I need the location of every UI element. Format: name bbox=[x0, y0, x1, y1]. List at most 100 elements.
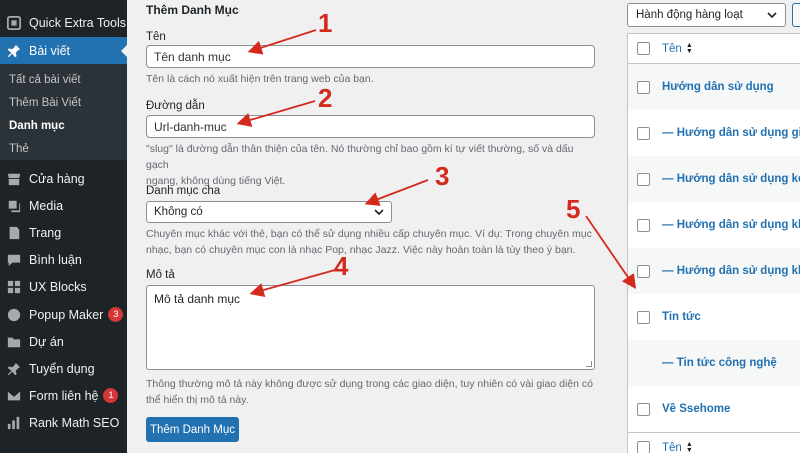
table-row: — Hướng dẫn sử dụng khó bbox=[628, 248, 800, 294]
category-link[interactable]: Về Ssehome bbox=[662, 403, 730, 415]
submenu-all-posts[interactable]: Tất cả bài viết bbox=[9, 74, 81, 86]
table-row: Tin tức bbox=[628, 294, 800, 340]
menu-label: Form liên hệ bbox=[29, 388, 99, 403]
menu-store[interactable]: Cửa hàng bbox=[0, 165, 127, 192]
row-checkbox[interactable] bbox=[637, 172, 650, 186]
desc-value: Mô tả danh mục bbox=[154, 292, 241, 306]
select-all-checkbox[interactable] bbox=[637, 441, 650, 453]
category-link[interactable]: Hướng dẫn sử dụng bbox=[662, 81, 774, 93]
page-icon bbox=[7, 226, 21, 240]
table-row: — Hướng dẫn sử dụng giàn bbox=[628, 110, 800, 156]
row-checkbox[interactable] bbox=[637, 126, 650, 140]
annotation-number-1: 1 bbox=[318, 8, 332, 38]
parent-help-line-1: Chuyên mục khác với thẻ, bạn có thể sử d… bbox=[146, 228, 592, 240]
parent-label: Danh mục cha bbox=[146, 185, 221, 197]
parent-select[interactable]: Không có bbox=[146, 201, 392, 223]
menu-pages[interactable]: Trang bbox=[0, 219, 127, 246]
parent-help: Chuyên mục khác với thẻ, bạn có thể sử d… bbox=[146, 226, 598, 258]
resize-handle[interactable] bbox=[586, 361, 592, 367]
table-footer: Tên ▲ ▼ bbox=[628, 432, 800, 453]
menu-label: Rank Math SEO bbox=[29, 415, 120, 430]
menu-rank-math[interactable]: Rank Math SEO bbox=[0, 409, 127, 436]
sort-icon: ▲ ▼ bbox=[685, 440, 693, 453]
menu-projects[interactable]: Dự án bbox=[0, 328, 127, 355]
menu-comments[interactable]: Bình luận bbox=[0, 246, 127, 273]
form-title: Thêm Danh Mục bbox=[146, 3, 239, 17]
menu-label: Cửa hàng bbox=[29, 171, 85, 186]
mail-icon bbox=[7, 389, 21, 403]
pin-icon bbox=[7, 362, 21, 376]
menu-label: Bình luận bbox=[29, 252, 82, 267]
submenu-add-post[interactable]: Thêm Bài Viết bbox=[9, 97, 81, 109]
popup-icon bbox=[7, 308, 21, 322]
category-link[interactable]: — Hướng dẫn sử dụng két bbox=[662, 173, 800, 185]
desc-label: Mô tả bbox=[146, 269, 175, 281]
category-link[interactable]: — Hướng dẫn sử dụng giàn bbox=[662, 127, 800, 139]
add-category-button[interactable]: Thêm Danh Mục bbox=[146, 417, 239, 442]
menu-quick-extra-tools[interactable]: Quick Extra Tools bbox=[0, 9, 127, 36]
apply-button[interactable] bbox=[792, 3, 800, 27]
store-icon bbox=[7, 172, 21, 186]
column-name-header[interactable]: Tên ▲ ▼ bbox=[662, 440, 693, 453]
bulk-action-select[interactable]: Hành động hàng loạt bbox=[627, 3, 786, 27]
menu-label: Quick Extra Tools bbox=[29, 15, 127, 30]
slug-help-line-1: "slug" là đường dẫn thân thiện của tên. … bbox=[146, 143, 574, 171]
chevron-down-icon bbox=[767, 12, 777, 19]
desc-textarea[interactable]: Mô tả danh mục bbox=[146, 285, 595, 370]
menu-media[interactable]: Media bbox=[0, 192, 127, 219]
submenu-categories[interactable]: Danh mục bbox=[9, 120, 65, 132]
category-link[interactable]: — Tin tức công nghệ bbox=[662, 357, 777, 369]
row-checkbox[interactable] bbox=[637, 402, 650, 416]
column-name-header[interactable]: Tên ▲ ▼ bbox=[662, 42, 693, 55]
slug-input[interactable]: Url-danh-muc bbox=[146, 115, 595, 138]
submenu-tags[interactable]: Thẻ bbox=[9, 143, 29, 155]
blocks-icon bbox=[7, 280, 21, 294]
menu-recruitment[interactable]: Tuyển dụng bbox=[0, 355, 127, 382]
row-checkbox[interactable] bbox=[637, 80, 650, 94]
category-table: Tên ▲ ▼ Hướng dẫn sử dụng — Hướng dẫn sử … bbox=[627, 33, 800, 453]
name-input[interactable]: Tên danh mục bbox=[146, 45, 595, 68]
folder-icon bbox=[7, 335, 21, 349]
menu-label: Tuyển dụng bbox=[29, 361, 95, 376]
annotation-number-5: 5 bbox=[566, 194, 580, 224]
menu-label: Popup Maker bbox=[29, 307, 104, 322]
tools-icon bbox=[7, 15, 21, 30]
desc-help: Thông thường mô tả này không được sử dụn… bbox=[146, 376, 598, 408]
admin-sidebar: Quick Extra Tools Bài viết Tất cả bài vi… bbox=[0, 0, 127, 453]
parent-select-value: Không có bbox=[154, 206, 203, 218]
pin-icon bbox=[7, 44, 21, 58]
category-link[interactable]: — Hướng dẫn sử dụng khó bbox=[662, 219, 800, 231]
desc-help-line-2: thể hiển thị mô tả này. bbox=[146, 394, 249, 406]
chevron-down-icon bbox=[374, 209, 384, 216]
select-all-checkbox[interactable] bbox=[637, 42, 650, 55]
category-link[interactable]: Tin tức bbox=[662, 311, 701, 323]
name-label: Tên bbox=[146, 31, 166, 43]
menu-label: Trang bbox=[29, 225, 62, 240]
table-row: — Hướng dẫn sử dụng khó bbox=[628, 202, 800, 248]
notification-badge: 3 bbox=[108, 307, 124, 322]
menu-popup-maker[interactable]: Popup Maker 3 bbox=[0, 301, 127, 328]
comment-icon bbox=[7, 253, 21, 267]
row-checkbox[interactable] bbox=[637, 264, 650, 278]
menu-ux-blocks[interactable]: UX Blocks bbox=[0, 273, 127, 300]
chart-icon bbox=[7, 416, 21, 430]
menu-contact-form[interactable]: Form liên hệ 1 bbox=[0, 382, 127, 409]
posts-submenu: Tất cả bài viết Thêm Bài Viết Danh mục T… bbox=[0, 64, 127, 160]
table-header: Tên ▲ ▼ bbox=[628, 34, 800, 64]
slug-help: "slug" là đường dẫn thân thiện của tên. … bbox=[146, 141, 598, 189]
bulk-action-value: Hành động hàng loạt bbox=[636, 9, 743, 21]
table-row: Hướng dẫn sử dụng bbox=[628, 64, 800, 110]
slug-label: Đường dẫn bbox=[146, 100, 205, 112]
media-icon bbox=[7, 199, 21, 213]
menu-posts[interactable]: Bài viết bbox=[0, 37, 127, 64]
annotation-number-2: 2 bbox=[318, 83, 332, 113]
table-row: — Tin tức công nghệ bbox=[628, 340, 800, 386]
row-checkbox[interactable] bbox=[637, 310, 650, 324]
menu-label: UX Blocks bbox=[29, 279, 87, 294]
category-link[interactable]: — Hướng dẫn sử dụng khó bbox=[662, 265, 800, 277]
column-name-label: Tên bbox=[662, 441, 682, 453]
notification-badge: 1 bbox=[103, 388, 119, 403]
menu-label: Dự án bbox=[29, 334, 64, 349]
table-row: Về Ssehome bbox=[628, 386, 800, 432]
row-checkbox[interactable] bbox=[637, 218, 650, 232]
